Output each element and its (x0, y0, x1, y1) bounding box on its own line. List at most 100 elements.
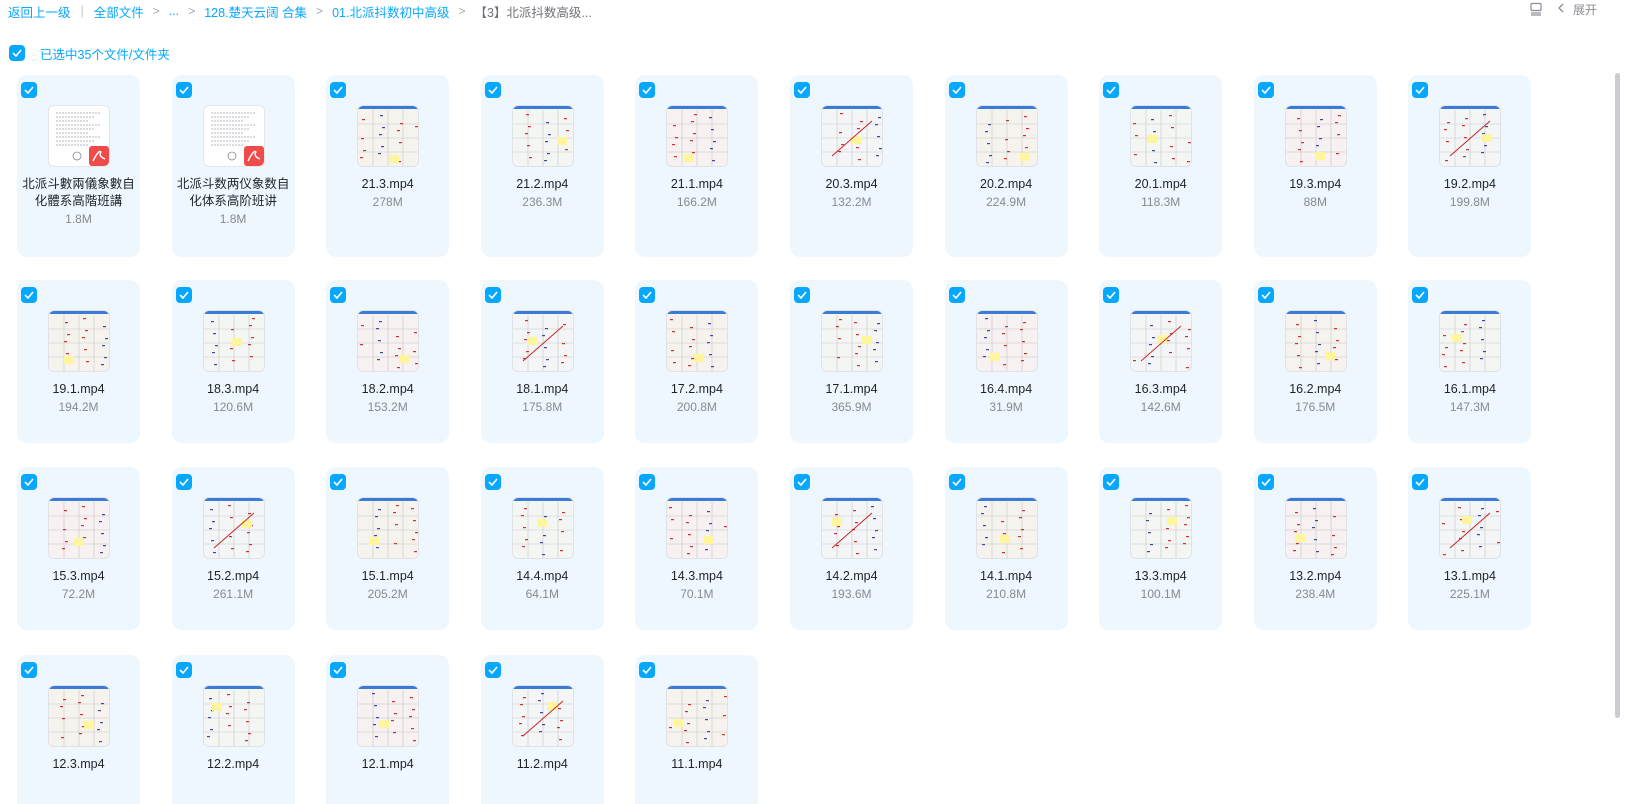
breadcrumb-level1[interactable]: 128.楚天云阔 合集 (204, 2, 307, 21)
file-name[interactable]: 15.3.mp4 (21, 568, 136, 585)
file-card[interactable]: 16.2.mp4 176.5M (1253, 280, 1377, 443)
file-card[interactable]: 17.2.mp4 200.8M (635, 280, 759, 443)
file-name[interactable]: 20.3.mp4 (794, 176, 909, 193)
file-card[interactable]: 16.4.mp4 31.9M (944, 280, 1068, 443)
file-checkbox[interactable] (21, 82, 37, 98)
file-name[interactable]: 14.3.mp4 (639, 568, 754, 585)
file-card[interactable]: 14.4.mp4 64.1M (480, 467, 604, 630)
file-name[interactable]: 16.2.mp4 (1258, 381, 1373, 398)
file-name[interactable]: 11.1.mp4 (639, 756, 754, 773)
file-checkbox[interactable] (21, 662, 37, 678)
file-checkbox[interactable] (1103, 287, 1120, 303)
file-name[interactable]: 19.3.mp4 (1258, 176, 1373, 193)
file-name[interactable]: 17.1.mp4 (794, 381, 909, 398)
file-name[interactable]: 12.3.mp4 (21, 756, 136, 773)
file-card[interactable]: 18.1.mp4 175.8M (480, 280, 604, 443)
file-name[interactable]: 北派斗數兩儀象數自化體系高階班講 (21, 176, 136, 210)
file-card[interactable]: 14.2.mp4 193.6M (790, 467, 913, 630)
file-name[interactable]: 19.2.mp4 (1412, 176, 1527, 193)
file-checkbox[interactable] (948, 474, 965, 490)
expand-button[interactable]: 展开 (1557, 1, 1597, 18)
file-card[interactable]: 16.1.mp4 147.3M (1408, 280, 1532, 443)
file-card[interactable]: 14.1.mp4 210.8M (944, 467, 1068, 630)
file-checkbox[interactable] (1412, 474, 1429, 490)
file-card[interactable]: 16.3.mp4 142.6M (1099, 280, 1223, 443)
file-card[interactable]: 13.1.mp4 225.1M (1408, 467, 1532, 630)
file-checkbox[interactable] (794, 287, 810, 303)
file-name[interactable]: 18.1.mp4 (485, 381, 600, 398)
file-checkbox[interactable] (1412, 82, 1429, 98)
file-card[interactable]: 11.2.mp4 (480, 655, 604, 804)
file-card[interactable]: 21.3.mp4 278M (326, 75, 450, 257)
file-card[interactable]: 19.3.mp4 88M (1253, 75, 1377, 257)
file-checkbox[interactable] (175, 82, 192, 98)
file-checkbox[interactable] (1257, 82, 1274, 98)
file-checkbox[interactable] (484, 82, 501, 98)
file-card[interactable]: 15.1.mp4 205.2M (326, 467, 450, 630)
file-checkbox[interactable] (330, 287, 347, 303)
file-name[interactable]: 14.2.mp4 (794, 568, 909, 585)
select-all-row[interactable]: 已选中35个文件/文件夹 (9, 45, 170, 62)
select-all-checkbox[interactable] (9, 45, 25, 61)
file-name[interactable]: 13.3.mp4 (1103, 568, 1218, 585)
file-card[interactable]: 12.3.mp4 (17, 655, 140, 804)
file-name[interactable]: 13.2.mp4 (1258, 568, 1373, 585)
breadcrumb-ellipsis[interactable]: ... (169, 4, 179, 18)
file-name[interactable]: 15.2.mp4 (176, 568, 291, 585)
file-checkbox[interactable] (794, 474, 810, 490)
file-checkbox[interactable] (1103, 82, 1120, 98)
file-card[interactable]: 20.3.mp4 132.2M (790, 75, 913, 257)
file-name[interactable]: 12.2.mp4 (176, 756, 291, 773)
file-checkbox[interactable] (484, 287, 501, 303)
file-card[interactable]: 11.1.mp4 (635, 655, 759, 804)
file-card[interactable]: 21.2.mp4 236.3M (480, 75, 604, 257)
file-card[interactable]: 15.2.mp4 261.1M (171, 467, 295, 630)
file-name[interactable]: 21.3.mp4 (330, 176, 445, 193)
file-card[interactable]: 12.2.mp4 (171, 655, 295, 804)
file-checkbox[interactable] (1257, 474, 1274, 490)
file-checkbox[interactable] (175, 287, 192, 303)
file-name[interactable]: 14.1.mp4 (949, 568, 1064, 585)
file-card[interactable]: 20.1.mp4 118.3M (1099, 75, 1223, 257)
list-view-icon[interactable] (1529, 2, 1543, 16)
file-card[interactable]: 19.1.mp4 194.2M (17, 280, 140, 443)
file-checkbox[interactable] (484, 474, 501, 490)
file-name[interactable]: 18.3.mp4 (176, 381, 291, 398)
file-checkbox[interactable] (175, 474, 192, 490)
file-checkbox[interactable] (21, 474, 37, 490)
file-card[interactable]: 19.2.mp4 199.8M (1408, 75, 1532, 257)
file-checkbox[interactable] (639, 82, 656, 98)
file-name[interactable]: 21.1.mp4 (639, 176, 754, 193)
file-checkbox[interactable] (639, 287, 656, 303)
file-checkbox[interactable] (21, 287, 37, 303)
file-name[interactable]: 14.4.mp4 (485, 568, 600, 585)
file-card[interactable]: 14.3.mp4 70.1M (635, 467, 759, 630)
file-name[interactable]: 20.1.mp4 (1103, 176, 1218, 193)
file-name[interactable]: 19.1.mp4 (21, 381, 136, 398)
file-checkbox[interactable] (639, 474, 656, 490)
file-name[interactable]: 12.1.mp4 (330, 756, 445, 773)
file-card[interactable]: 18.3.mp4 120.6M (171, 280, 295, 443)
file-checkbox[interactable] (484, 662, 501, 678)
file-card[interactable]: 13.2.mp4 238.4M (1253, 467, 1377, 630)
file-name[interactable]: 21.2.mp4 (485, 176, 600, 193)
file-card[interactable]: 18.2.mp4 153.2M (326, 280, 450, 443)
file-checkbox[interactable] (1412, 287, 1429, 303)
file-card[interactable]: 15.3.mp4 72.2M (17, 467, 140, 630)
file-name[interactable]: 13.1.mp4 (1412, 568, 1527, 585)
file-name[interactable]: 16.3.mp4 (1103, 381, 1218, 398)
back-link[interactable]: 返回上一级 (8, 2, 71, 21)
file-checkbox[interactable] (1257, 287, 1274, 303)
file-name[interactable]: 20.2.mp4 (949, 176, 1064, 193)
file-card[interactable]: 20.2.mp4 224.9M (944, 75, 1068, 257)
file-checkbox[interactable] (330, 662, 347, 678)
file-checkbox[interactable] (1103, 474, 1120, 490)
file-card[interactable]: 17.1.mp4 365.9M (790, 280, 913, 443)
file-checkbox[interactable] (175, 662, 192, 678)
file-name[interactable]: 16.1.mp4 (1412, 381, 1527, 398)
file-card[interactable]: 北派斗数两仪象数自化体系高阶班讲 1.8M (171, 75, 295, 257)
file-name[interactable]: 北派斗数两仪象数自化体系高阶班讲 (176, 176, 291, 210)
file-checkbox[interactable] (330, 82, 347, 98)
file-name[interactable]: 17.2.mp4 (639, 381, 754, 398)
file-checkbox[interactable] (794, 82, 810, 98)
